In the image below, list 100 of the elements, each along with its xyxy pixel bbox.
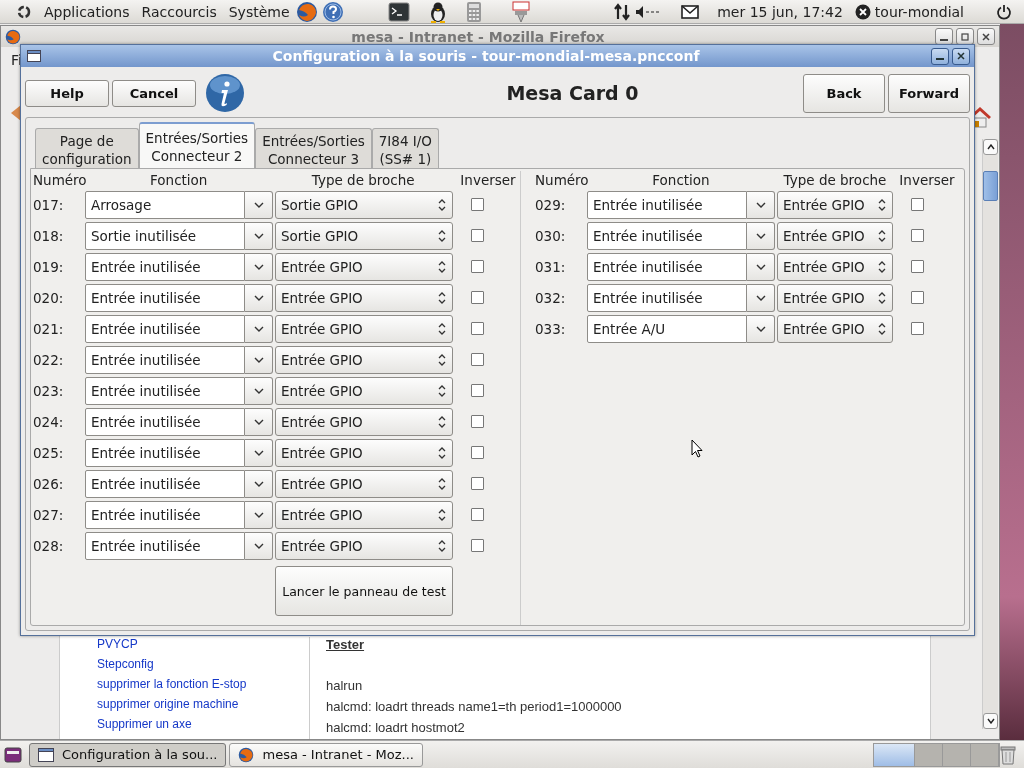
minimize-button[interactable] xyxy=(931,47,949,65)
up-down-icon xyxy=(438,228,446,243)
user-name[interactable]: tour-mondial xyxy=(874,3,964,20)
dialog-button[interactable]: Help xyxy=(25,79,109,107)
panel-menu[interactable]: Applications xyxy=(38,3,136,20)
pin-type-select[interactable]: Entrée GPIO xyxy=(275,345,453,374)
pin-type-select[interactable]: Sortie GPIO xyxy=(275,221,453,250)
scroll-down-button[interactable] xyxy=(983,713,998,729)
pin-type-select[interactable]: Entrée GPIO xyxy=(275,438,453,467)
pin-number: 020: xyxy=(33,289,65,306)
caret-icon xyxy=(755,325,766,332)
pin-number: 019: xyxy=(33,258,65,275)
page-link[interactable]: supprimer la fonction E-stop xyxy=(97,677,309,692)
invert-checkbox[interactable] xyxy=(910,260,924,273)
pin-type-select[interactable]: Entrée GPIO xyxy=(777,221,893,250)
show-desktop-icon[interactable] xyxy=(4,746,22,763)
invert-checkbox[interactable] xyxy=(910,229,924,242)
pin-type-select[interactable]: Sortie GPIO xyxy=(275,190,453,219)
window-icon xyxy=(38,747,54,762)
scroll-thumb[interactable] xyxy=(983,171,998,201)
close-icon[interactable] xyxy=(854,3,871,20)
caret-icon xyxy=(253,294,264,301)
pin-number: 033: xyxy=(535,320,567,337)
pin-number: 031: xyxy=(535,258,567,275)
up-down-icon xyxy=(438,538,446,553)
invert-checkbox[interactable] xyxy=(470,353,484,366)
invert-checkbox[interactable] xyxy=(910,322,924,335)
invert-checkbox[interactable] xyxy=(470,539,484,552)
code-line: halcmd: loadrt threads name1=th period1=1000000 xyxy=(326,699,622,714)
nav-button[interactable]: Forward xyxy=(888,73,970,113)
invert-checkbox[interactable] xyxy=(470,508,484,521)
caret-icon xyxy=(755,232,766,239)
invert-checkbox[interactable] xyxy=(470,260,484,273)
panel-menu[interactable]: Raccourcis xyxy=(135,3,223,20)
page-link[interactable]: supprimer origine machine xyxy=(97,697,309,712)
code-line: halrun xyxy=(326,678,364,693)
window-title: mesa - Intranet - Mozilla Firefox xyxy=(350,28,606,45)
trash-icon[interactable] xyxy=(1000,744,1016,765)
clock[interactable]: mer 15 jun, 17:42 xyxy=(717,3,843,20)
browser-icon[interactable] xyxy=(295,0,318,23)
invert-checkbox[interactable] xyxy=(470,477,484,490)
pin-type-select[interactable]: Entrée GPIO xyxy=(275,469,453,498)
tab[interactable]: Page de configuration xyxy=(35,128,139,168)
panel-menu[interactable]: Système xyxy=(222,3,296,20)
pin-type-select[interactable]: Entrée GPIO xyxy=(777,190,893,219)
pin-type-select[interactable]: Entrée GPIO xyxy=(275,376,453,405)
dialog-button[interactable]: Cancel xyxy=(112,79,196,107)
pin-type-select[interactable]: Entrée GPIO xyxy=(777,283,893,312)
page-link[interactable]: PVYCP xyxy=(97,637,309,652)
invert-checkbox[interactable] xyxy=(470,446,484,459)
invert-checkbox[interactable] xyxy=(470,291,484,304)
caret-icon xyxy=(253,232,264,239)
invert-checkbox[interactable] xyxy=(470,198,484,211)
invert-checkbox[interactable] xyxy=(470,415,484,428)
pin-type-select[interactable]: Entrée GPIO xyxy=(275,314,453,343)
pin-number: 018: xyxy=(33,227,65,244)
invert-checkbox[interactable] xyxy=(470,384,484,397)
terminal-icon[interactable] xyxy=(387,1,410,22)
caret-icon xyxy=(253,449,264,456)
help-icon[interactable] xyxy=(321,0,344,23)
tab[interactable]: Entrées/Sorties Connecteur 3 xyxy=(255,128,372,168)
mail-icon[interactable] xyxy=(681,4,700,19)
pin-type-select[interactable]: Entrée GPIO xyxy=(275,252,453,281)
page-link[interactable]: Stepconfig xyxy=(97,657,309,672)
power-icon[interactable] xyxy=(996,3,1012,20)
network-icon[interactable] xyxy=(613,2,632,21)
page-link[interactable]: Supprimer un axe xyxy=(97,717,309,732)
nav-button[interactable]: Back xyxy=(803,73,885,113)
column-header: Numéro xyxy=(535,171,587,189)
workspace-switcher[interactable] xyxy=(873,742,1000,767)
calculator-icon[interactable] xyxy=(465,0,482,23)
taskbar-button[interactable]: mesa - Intranet - Moz... xyxy=(229,742,423,767)
info-icon xyxy=(205,73,245,113)
invert-checkbox[interactable] xyxy=(470,229,484,242)
logo-icon[interactable] xyxy=(16,3,32,20)
invert-checkbox[interactable] xyxy=(910,198,924,211)
close-button[interactable] xyxy=(977,28,995,45)
invert-checkbox[interactable] xyxy=(470,322,484,335)
up-down-icon xyxy=(878,228,886,243)
invert-checkbox[interactable] xyxy=(910,291,924,304)
pin-type-select[interactable]: Entrée GPIO xyxy=(777,314,893,343)
pin-type-select[interactable]: Entrée GPIO xyxy=(275,531,453,560)
pin-type-select[interactable]: Entrée GPIO xyxy=(777,252,893,281)
pin-number: 026: xyxy=(33,475,65,492)
up-down-icon xyxy=(878,197,886,212)
pin-type-select[interactable]: Entrée GPIO xyxy=(275,283,453,312)
tab[interactable]: Entrées/Sorties Connecteur 2 xyxy=(138,122,256,168)
pin-type-select[interactable]: Entrée GPIO xyxy=(275,407,453,436)
close-icon xyxy=(981,31,991,42)
up-down-icon xyxy=(438,290,446,305)
close-button[interactable] xyxy=(952,47,970,65)
column-header: Fonction xyxy=(651,171,711,189)
scroll-bar[interactable] xyxy=(982,139,998,729)
scroll-up-button[interactable] xyxy=(983,139,998,155)
pin-type-select[interactable]: Entrée GPIO xyxy=(275,500,453,529)
section-heading: Tester xyxy=(326,637,366,652)
test-panel-button[interactable]: Lancer le panneau de test xyxy=(275,566,453,616)
up-down-icon xyxy=(438,352,446,367)
taskbar-button[interactable]: Configuration à la sou... xyxy=(29,742,227,767)
tab[interactable]: 7I84 I/O (SS# 1) xyxy=(371,128,439,168)
